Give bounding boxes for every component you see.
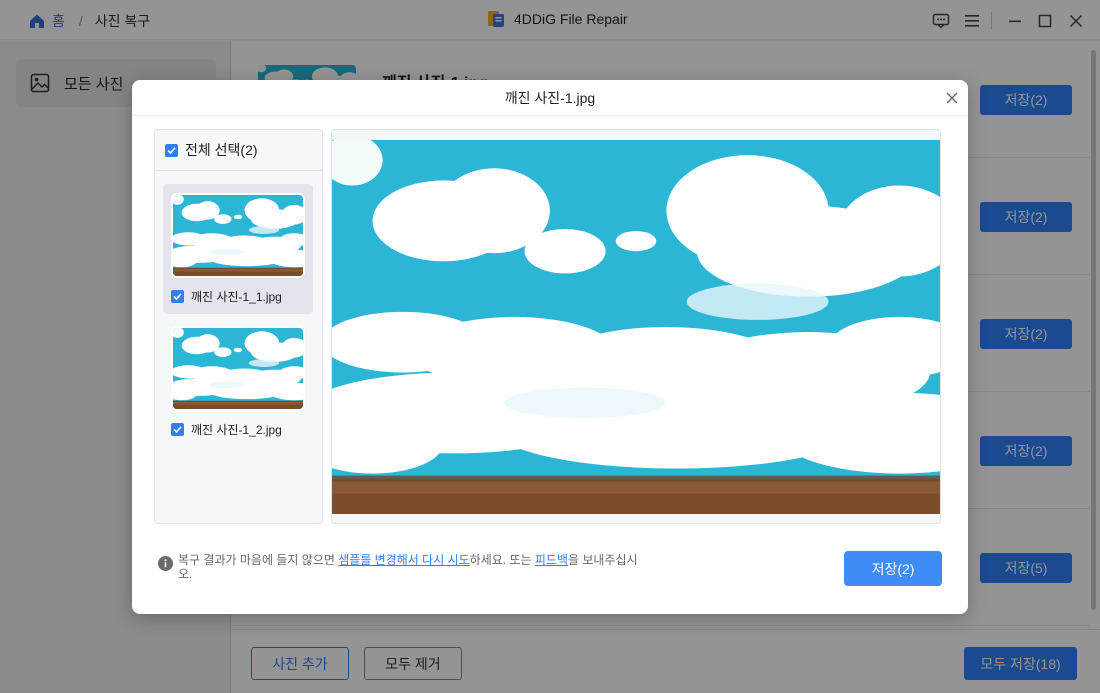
preview-photo	[332, 140, 940, 514]
close-icon[interactable]	[942, 88, 962, 108]
dialog-header: 깨진 사진-1.jpg	[132, 80, 968, 116]
file-checkbox[interactable]	[171, 423, 184, 436]
info-text: 복구 결과가 마음에 들지 않으면	[178, 553, 339, 567]
select-all-row[interactable]: 전체 선택(2)	[155, 130, 322, 171]
dialog-save-button[interactable]: 저장(2)	[844, 551, 942, 586]
checkmark-icon	[173, 426, 182, 434]
file-item-row: 깨진 사진-1_2.jpg	[171, 421, 282, 438]
file-list-panel: 전체 선택(2) 깨진 사진-1_1.jpg 깨진 사진-1_2.jpg	[154, 129, 323, 524]
file-item[interactable]: 깨진 사진-1_1.jpg	[163, 184, 313, 314]
info-icon	[158, 556, 173, 571]
checkmark-icon	[173, 293, 182, 301]
preview-dialog: 깨진 사진-1.jpg 전체 선택(2) 깨진 사진-1_1.jpg 깨진 사진…	[132, 80, 968, 614]
file-item-row: 깨진 사진-1_1.jpg	[171, 288, 282, 305]
select-all-label: 전체 선택(2)	[185, 142, 258, 158]
file-item-name: 깨진 사진-1_1.jpg	[191, 290, 282, 304]
file-thumbnail	[171, 193, 305, 278]
feedback-link[interactable]: 피드백	[535, 553, 568, 567]
dialog-title: 깨진 사진-1.jpg	[504, 89, 596, 106]
select-all-checkbox[interactable]	[165, 143, 178, 157]
file-checkbox[interactable]	[171, 290, 184, 303]
checkmark-icon	[167, 146, 176, 154]
retry-link[interactable]: 샘플를 변경해서 다시 시도	[338, 553, 469, 567]
file-item-name: 깨진 사진-1_2.jpg	[191, 423, 282, 437]
info-message: 복구 결과가 마음에 들지 않으면 샘플를 변경해서 다시 시도하세요. 또는 …	[158, 553, 648, 581]
image-preview	[331, 129, 941, 524]
info-text: 하세요. 또는	[469, 553, 535, 567]
file-thumbnail	[171, 326, 305, 411]
file-item[interactable]: 깨진 사진-1_2.jpg	[163, 317, 313, 447]
